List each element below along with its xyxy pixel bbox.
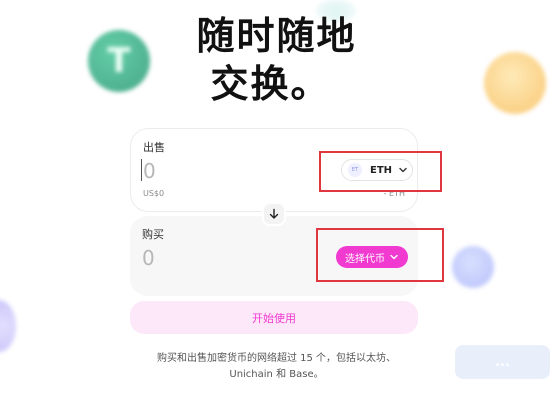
swap-direction-button[interactable] xyxy=(262,202,286,226)
annotation-highlight-select-token xyxy=(316,228,444,282)
watermark-logo: ... xyxy=(455,345,550,379)
input-caret xyxy=(141,159,142,181)
buy-amount-input[interactable]: 0 xyxy=(142,246,155,270)
hero-title-line1: 随时随地 xyxy=(196,14,357,58)
decorative-coin-blue-icon xyxy=(452,246,494,288)
decorative-coin-purple-icon xyxy=(0,300,16,352)
sell-fiat-value: US$0 xyxy=(143,189,165,198)
buy-label: 购买 xyxy=(142,228,164,241)
sell-label: 出售 xyxy=(143,141,165,154)
hero-title: 随时随地 交换。 xyxy=(0,12,553,108)
annotation-highlight-eth-selector xyxy=(319,151,442,192)
sell-amount-input[interactable]: 0 xyxy=(143,159,156,183)
get-started-button[interactable]: 开始使用 xyxy=(130,301,418,334)
arrow-down-icon xyxy=(269,208,279,219)
watermark-text: ... xyxy=(495,354,510,370)
hero-title-line2: 交换。 xyxy=(210,62,331,106)
